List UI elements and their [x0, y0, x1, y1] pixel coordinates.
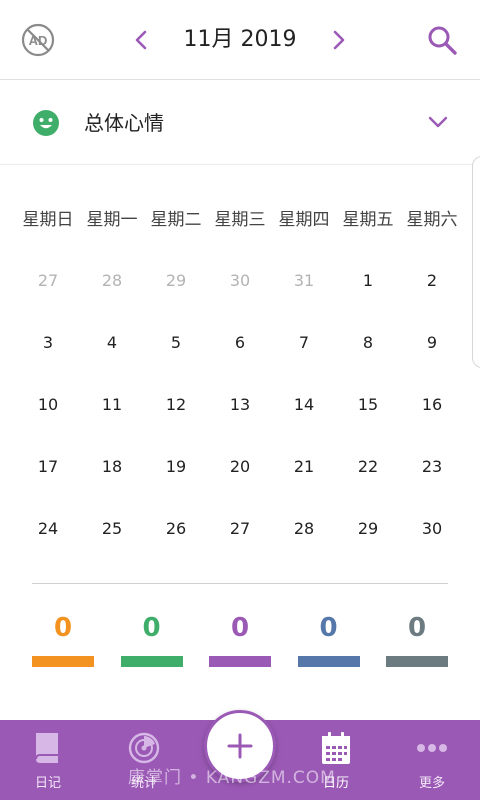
tab-more-label: 更多	[418, 776, 445, 791]
calendar-week: 24 25 26 27 28 29 30	[16, 498, 464, 560]
calendar-week: 10 11 12 13 14 15 16	[16, 374, 464, 436]
calendar-day[interactable]: 4	[80, 312, 144, 374]
mood-count-value: 0	[407, 613, 427, 643]
calendar-day[interactable]: 17	[16, 436, 80, 498]
happy-face-icon	[33, 110, 59, 136]
calendar-day-prev-month[interactable]: 28	[80, 250, 144, 312]
no-ads-icon[interactable]: AD	[20, 22, 56, 58]
side-drawer-handle[interactable]	[472, 156, 480, 368]
weekday-thu: 星期四	[278, 210, 330, 230]
calendar-day[interactable]: 1	[336, 250, 400, 312]
mood-count-value: 0	[142, 613, 161, 643]
more-dots-icon	[417, 744, 447, 752]
calendar-day[interactable]: 3	[16, 312, 80, 374]
calendar-day[interactable]: 9	[400, 312, 464, 374]
calendar-day[interactable]: 24	[16, 498, 80, 560]
chart-disc-icon	[128, 732, 160, 764]
mood-filter-label: 总体心情	[84, 111, 164, 135]
mood-count-value: 0	[319, 613, 338, 643]
calendar-day[interactable]: 10	[16, 374, 80, 436]
calendar-day[interactable]: 21	[272, 436, 336, 498]
chevron-down-icon[interactable]	[424, 108, 452, 136]
plus-icon	[227, 733, 253, 759]
calendar-day[interactable]: 15	[336, 374, 400, 436]
calendar-grid: 27 28 29 30 31 1 2 3 4 5 6 7 8 9 10 11 1…	[16, 250, 464, 560]
weekday-wed: 星期三	[214, 210, 266, 230]
prev-month-icon[interactable]	[126, 24, 158, 56]
calendar-day[interactable]: 28	[272, 498, 336, 560]
mood-count-value: 0	[53, 613, 73, 643]
calendar-week: 17 18 19 20 21 22 23	[16, 436, 464, 498]
tab-diary-label: 日记	[34, 776, 61, 791]
calendar-day-prev-month[interactable]: 31	[272, 250, 336, 312]
mood-count-value: 0	[230, 613, 250, 643]
mood-counter: 0	[32, 608, 94, 668]
weekday-tue: 星期二	[150, 210, 202, 230]
calendar-day[interactable]: 11	[80, 374, 144, 436]
calendar-day[interactable]: 6	[208, 312, 272, 374]
calendar-day[interactable]: 20	[208, 436, 272, 498]
weekday-sun: 星期日	[22, 210, 74, 230]
mood-color-bar	[209, 656, 271, 667]
weekday-header: 星期日 星期一 星期二 星期三 星期四 星期五 星期六	[16, 200, 464, 240]
calendar-day[interactable]: 26	[144, 498, 208, 560]
calendar-day[interactable]: 22	[336, 436, 400, 498]
calendar-day[interactable]: 18	[80, 436, 144, 498]
calendar-week: 3 4 5 6 7 8 9	[16, 312, 464, 374]
calendar-week: 27 28 29 30 31 1 2	[16, 250, 464, 312]
calendar-day-prev-month[interactable]: 30	[208, 250, 272, 312]
calendar-day[interactable]: 25	[80, 498, 144, 560]
calendar-day[interactable]: 16	[400, 374, 464, 436]
calendar-day[interactable]: 27	[208, 498, 272, 560]
calendar-day[interactable]: 23	[400, 436, 464, 498]
weekday-sat: 星期六	[406, 210, 458, 230]
mood-color-bar	[32, 656, 94, 667]
calendar-day[interactable]: 14	[272, 374, 336, 436]
next-month-icon[interactable]	[322, 24, 354, 56]
book-icon	[35, 733, 58, 763]
calendar-day[interactable]: 5	[144, 312, 208, 374]
mood-color-bar	[120, 656, 183, 667]
search-icon[interactable]	[424, 22, 460, 58]
watermark-text: 康掌门 • KANGZM.COM	[128, 768, 336, 788]
mood-counter: 0	[120, 608, 183, 668]
mood-counter: 0	[297, 608, 360, 668]
calendar-day[interactable]: 19	[144, 436, 208, 498]
mood-counter: 0	[209, 608, 271, 668]
divider	[32, 583, 448, 584]
calendar-day-prev-month[interactable]: 29	[144, 250, 208, 312]
weekday-mon: 星期一	[86, 210, 138, 230]
mood-color-bar	[386, 656, 448, 667]
mood-counters: 0 0 0 0 0	[32, 608, 448, 668]
tab-more[interactable]: 更多	[384, 720, 480, 800]
month-title: 11月 2019	[183, 27, 297, 52]
calendar-day[interactable]: 13	[208, 374, 272, 436]
weekday-fri: 星期五	[342, 210, 394, 230]
mood-counter: 0	[386, 608, 448, 668]
calendar-day-prev-month[interactable]: 27	[16, 250, 80, 312]
calendar-day[interactable]: 7	[272, 312, 336, 374]
mood-color-bar	[297, 656, 360, 667]
calendar-day[interactable]: 8	[336, 312, 400, 374]
tab-diary[interactable]: 日记	[0, 720, 96, 800]
calendar-day[interactable]: 12	[144, 374, 208, 436]
calendar-day[interactable]: 29	[336, 498, 400, 560]
calendar-icon	[322, 732, 350, 764]
calendar-day[interactable]: 30	[400, 498, 464, 560]
calendar-day[interactable]: 2	[400, 250, 464, 312]
mood-filter-row[interactable]	[0, 81, 480, 165]
